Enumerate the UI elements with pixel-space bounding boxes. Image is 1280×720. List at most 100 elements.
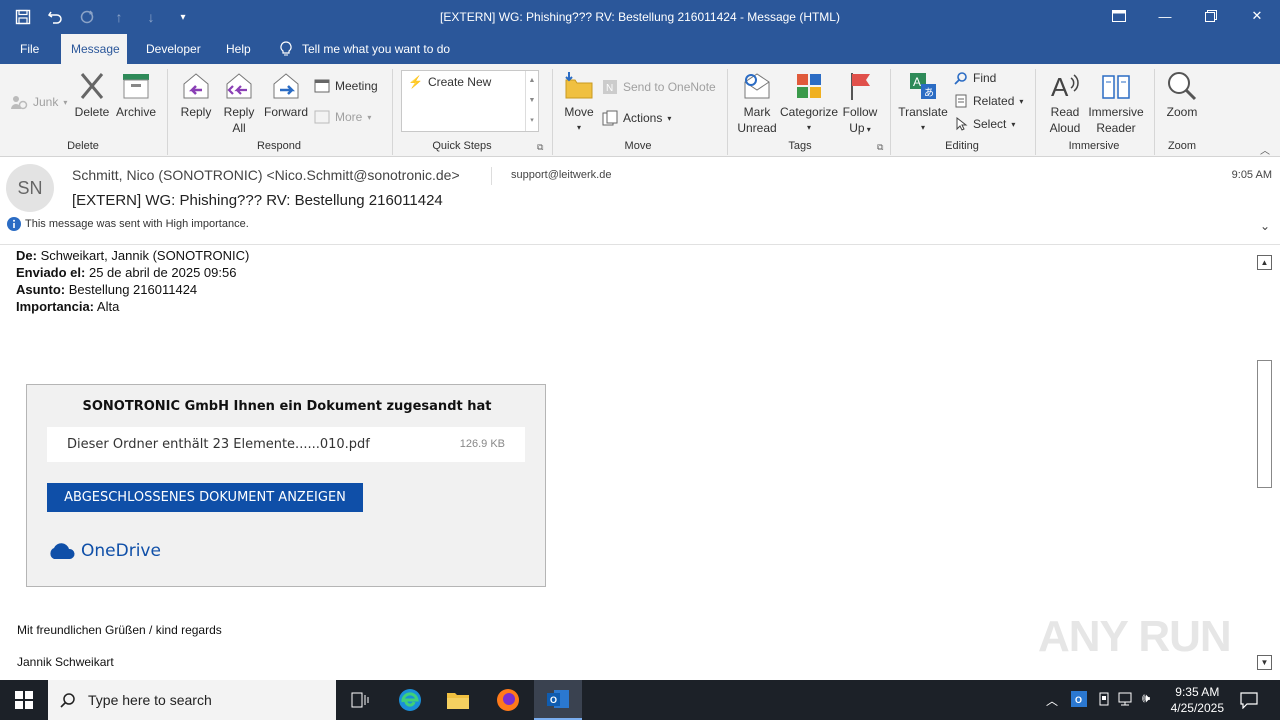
network-icon[interactable] <box>1118 691 1136 710</box>
expand-header-icon[interactable]: ⌄ <box>1260 219 1270 233</box>
lightbulb-icon <box>280 41 292 56</box>
immersive-reader-button[interactable]: Immersive Reader <box>1088 70 1144 136</box>
move-button[interactable]: Move ▾ <box>561 70 597 136</box>
scroll-thumb[interactable] <box>1257 360 1272 488</box>
group-label-delete: Delete <box>67 140 99 152</box>
group-separator <box>392 69 393 155</box>
select-button[interactable]: Select ▾ <box>954 117 1015 131</box>
cursor-icon <box>956 117 968 131</box>
meta-subject: Asunto: Bestellung 216011424 <box>16 282 198 297</box>
group-label-editing: Editing <box>945 140 979 152</box>
reply-all-icon <box>226 73 252 99</box>
scroll-down-icon[interactable]: ▼ <box>1257 655 1272 670</box>
vertical-scrollbar[interactable]: ▲ ▼ <box>1256 255 1273 671</box>
tab-help[interactable]: Help <box>226 34 251 64</box>
group-separator <box>552 69 553 155</box>
file-row[interactable]: Dieser Ordner enthält 23 Elemente......0… <box>47 427 525 462</box>
message-subject: [EXTERN] WG: Phishing??? RV: Bestellung … <box>72 192 443 209</box>
svg-text:O: O <box>1075 695 1082 705</box>
mark-unread-button[interactable]: Mark Unread <box>735 70 779 136</box>
tab-file[interactable]: File <box>20 34 39 64</box>
taskbar-clock[interactable]: 9:35 AM 4/25/2025 <box>1171 684 1224 716</box>
dialog-launcher-icon[interactable]: ⧉ <box>877 142 883 153</box>
close-icon[interactable]: ✕ <box>1234 0 1280 32</box>
group-separator <box>727 69 728 155</box>
reply-all-button[interactable]: Reply All <box>221 70 257 136</box>
edge-icon[interactable] <box>386 680 434 720</box>
categorize-icon <box>797 74 821 98</box>
delete-button[interactable]: Delete <box>74 70 110 120</box>
translate-button[interactable]: Aあ Translate ▾ <box>898 70 948 136</box>
create-new-quick-step[interactable]: ⚡ Create New <box>408 75 491 89</box>
taskbar-search[interactable]: Type here to search <box>48 680 336 720</box>
ribbon-display-options-icon[interactable] <box>1096 0 1142 32</box>
divider <box>491 167 492 185</box>
actions-button[interactable]: Actions ▾ <box>602 110 671 126</box>
send-to-onenote-button[interactable]: N Send to OneNote <box>602 79 716 95</box>
task-view-icon[interactable] <box>336 680 384 720</box>
tell-me-search[interactable]: Tell me what you want to do <box>280 34 450 64</box>
gallery-scroll[interactable]: ▲ ▼ ▾ <box>525 71 538 131</box>
envelope-icon <box>744 73 770 99</box>
start-button[interactable] <box>0 680 48 720</box>
outlook-tray-icon[interactable]: O <box>1071 691 1087 710</box>
zoom-button[interactable]: Zoom <box>1162 70 1202 120</box>
message-header: SN Schmitt, Nico (SONOTRONIC) <Nico.Schm… <box>0 157 1280 245</box>
search-icon <box>954 72 967 85</box>
file-explorer-icon[interactable] <box>434 680 482 720</box>
flag-icon <box>851 73 870 100</box>
sender[interactable]: Schmitt, Nico (SONOTRONIC) <Nico.Schmitt… <box>72 167 460 183</box>
svg-text:N: N <box>606 83 613 94</box>
group-separator <box>1035 69 1036 155</box>
archive-button[interactable]: Archive <box>114 70 158 120</box>
window-title: [EXTERN] WG: Phishing??? RV: Bestellung … <box>440 10 840 24</box>
find-button[interactable]: Find <box>954 71 996 85</box>
read-aloud-icon: A <box>1051 72 1079 102</box>
svg-text:O: O <box>550 695 557 705</box>
collapse-ribbon-icon[interactable]: ︿ <box>1260 142 1270 157</box>
avatar[interactable]: SN <box>6 164 54 212</box>
notification-icon[interactable] <box>1240 691 1258 712</box>
title-bar: ↑ ↓ ▾ [EXTERN] WG: Phishing??? RV: Beste… <box>0 0 1280 34</box>
tray-overflow-icon[interactable]: ︿ <box>1046 692 1058 709</box>
group-label-tags: Tags <box>788 140 812 152</box>
window-controls: — ✕ <box>1096 0 1280 32</box>
firefox-icon[interactable] <box>484 680 532 720</box>
recipient[interactable]: support@leitwerk.de <box>511 169 611 181</box>
file-size: 126.9 KB <box>459 438 505 450</box>
tell-me-label: Tell me what you want to do <box>302 42 451 56</box>
reply-button[interactable]: Reply <box>178 70 214 120</box>
group-separator <box>1154 69 1155 155</box>
forward-button[interactable]: Forward <box>263 70 309 120</box>
restore-icon[interactable] <box>1188 0 1234 32</box>
read-aloud-button[interactable]: A Read Aloud <box>1044 70 1086 136</box>
categorize-button[interactable]: Categorize ▾ <box>780 70 838 136</box>
dialog-launcher-icon[interactable]: ⧉ <box>537 142 543 153</box>
phishing-share-card: SONOTRONIC GmbH Ihnen ein Dokument zuges… <box>26 384 546 587</box>
more-respond-button[interactable]: More ▾ <box>314 110 371 124</box>
usb-tray-icon[interactable] <box>1096 691 1112 710</box>
tab-developer[interactable]: Developer <box>146 34 201 64</box>
meeting-button[interactable]: Meeting <box>314 79 378 93</box>
file-name: Dieser Ordner enthält 23 Elemente......0… <box>67 437 370 452</box>
volume-icon[interactable]: 🕪 <box>1142 690 1150 706</box>
delete-icon <box>80 73 104 99</box>
junk-icon <box>11 96 28 110</box>
related-button[interactable]: Related ▾ <box>954 94 1023 108</box>
card-title: SONOTRONIC GmbH Ihnen ein Dokument zuges… <box>82 399 492 414</box>
follow-up-button[interactable]: Follow Up ▾ <box>840 70 880 138</box>
translate-icon: Aあ <box>910 73 936 99</box>
group-label-zoom: Zoom <box>1167 140 1197 152</box>
view-document-button[interactable]: ABGESCHLOSSENES DOKUMENT ANZEIGEN <box>47 483 363 512</box>
taskbar: Type here to search O ︿ O 🕪 9:35 AM 4/25… <box>0 680 1280 720</box>
outlook-taskbar-icon[interactable]: O <box>534 680 582 720</box>
minimize-icon[interactable]: — <box>1142 0 1188 32</box>
meta-importance: Importancia: Alta <box>16 299 120 314</box>
windows-icon <box>15 691 33 709</box>
tab-message[interactable]: Message <box>61 34 127 64</box>
meta-from: De: Schweikart, Jannik (SONOTRONIC) <box>16 248 250 263</box>
magnifier-icon <box>1168 72 1197 101</box>
scroll-up-icon[interactable]: ▲ <box>1257 255 1272 270</box>
junk-button[interactable]: Junk ▾ <box>10 94 67 110</box>
info-icon <box>7 217 21 231</box>
